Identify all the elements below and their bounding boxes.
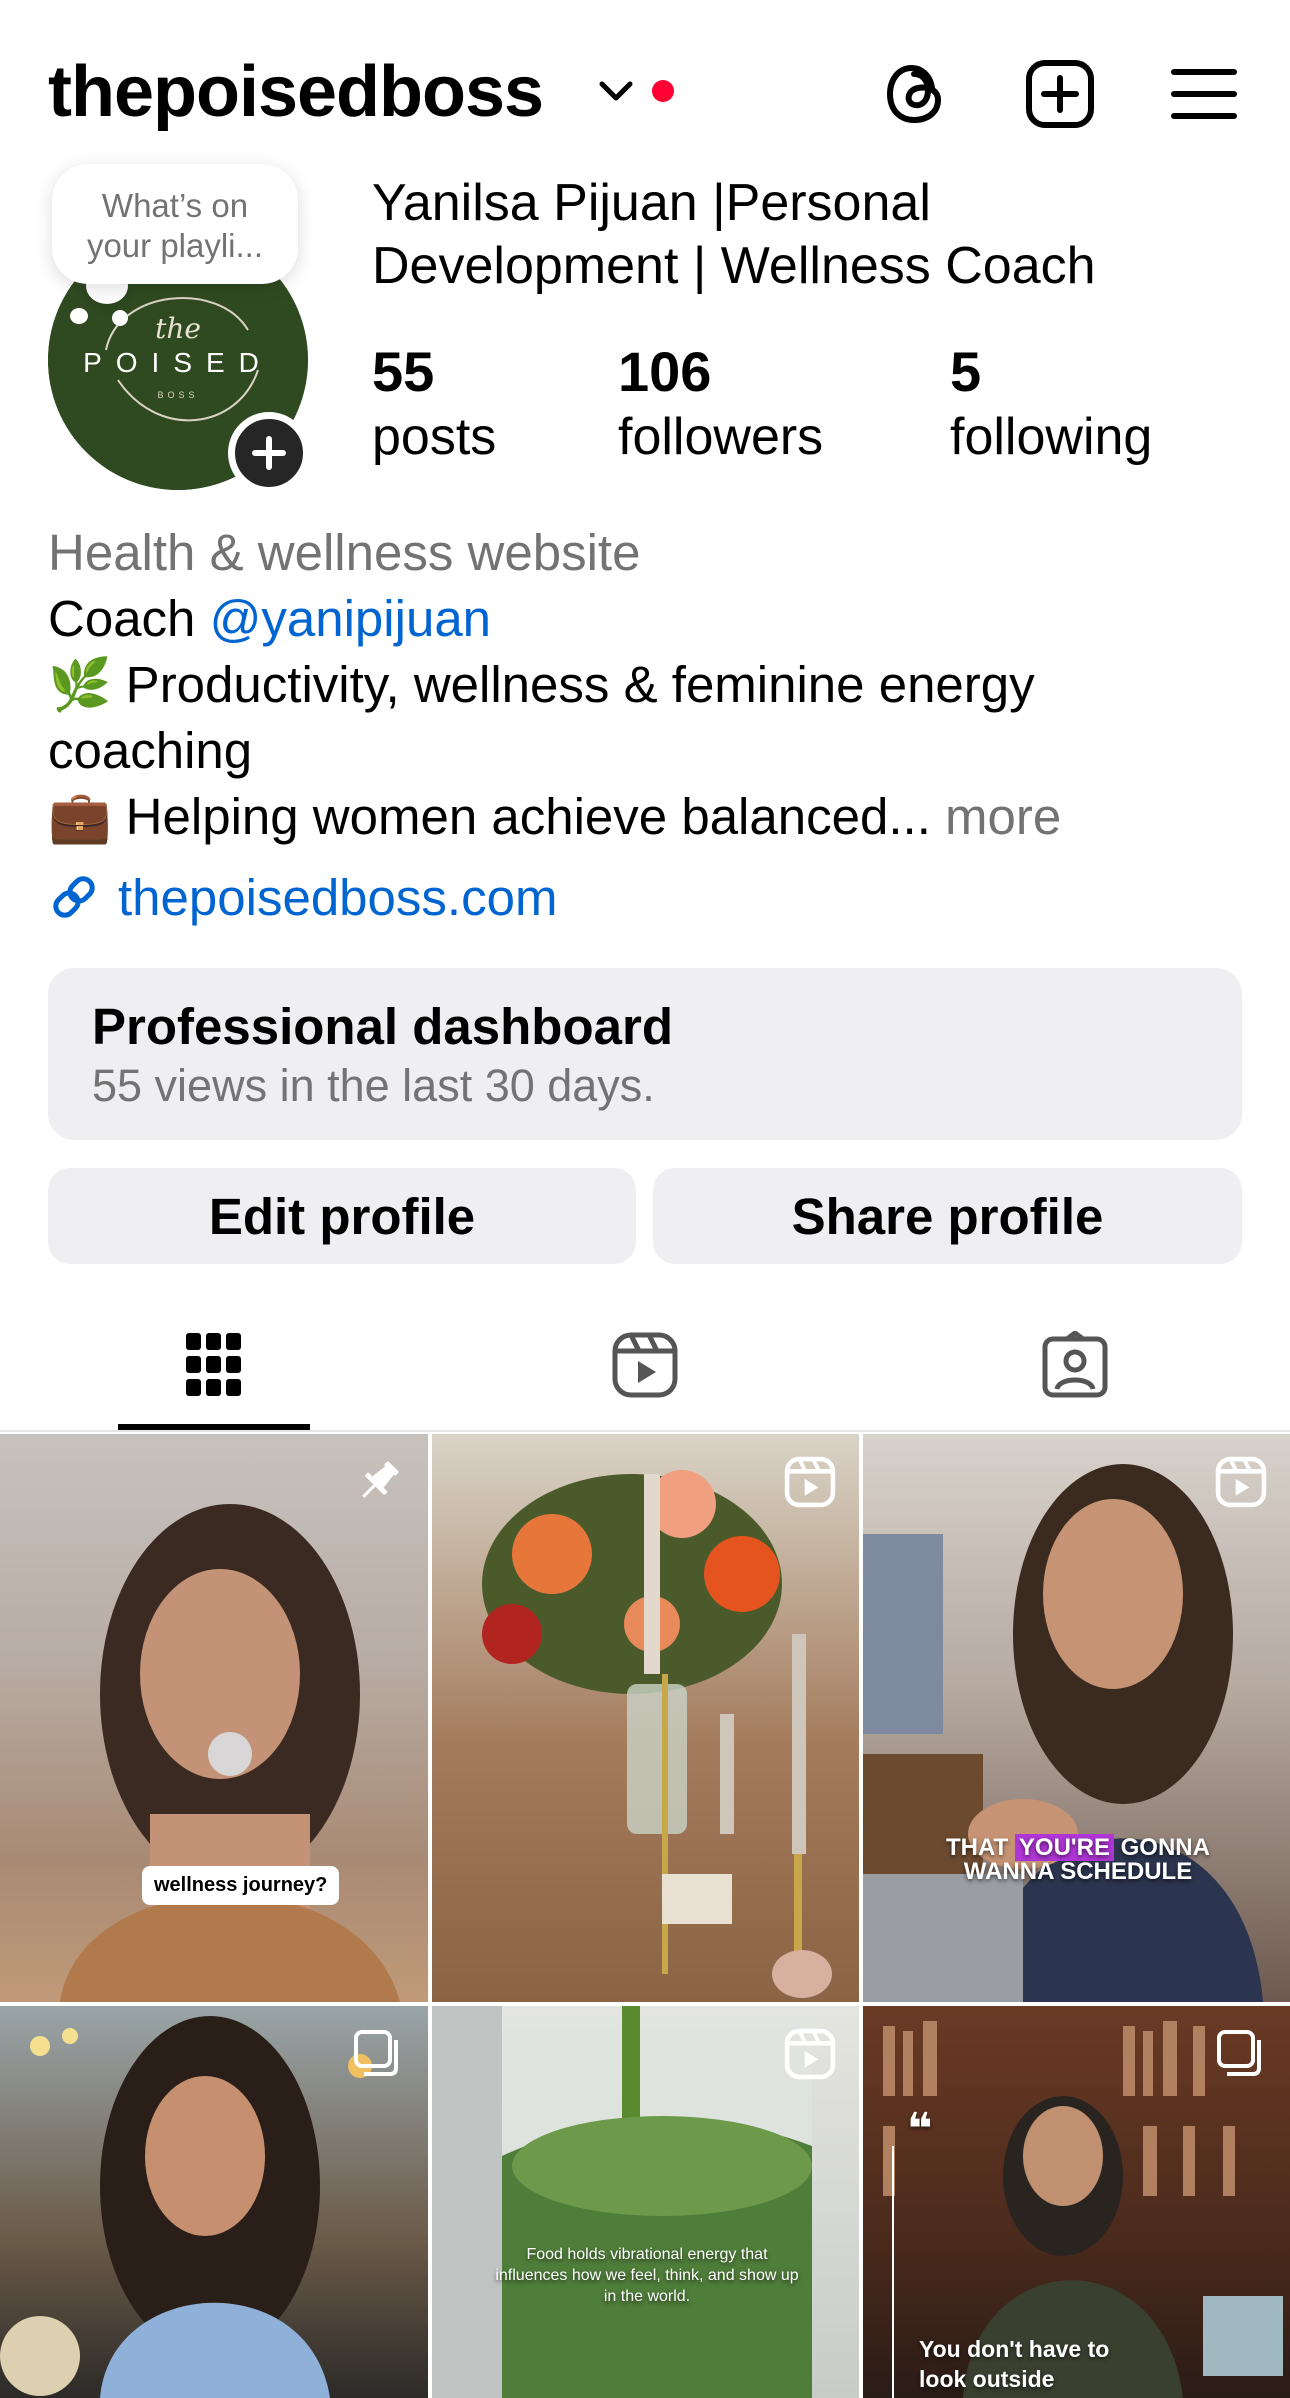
svg-text:the: the (155, 312, 201, 345)
threads-icon[interactable] (880, 58, 952, 130)
bio-line-3: 🌿 Productivity, wellness & feminine ener… (48, 652, 1248, 718)
post-3-caption-highlight: YOU'RE (1014, 1834, 1114, 1861)
reel-icon (784, 1456, 836, 1508)
tab-posts-grid[interactable] (118, 1300, 310, 1430)
herb-emoji: 🌿 (48, 656, 112, 713)
professional-dashboard[interactable]: Professional dashboard 55 views in the l… (48, 968, 1242, 1140)
post-5-caption-line-2: influences how we feel, think, and show … (495, 2267, 799, 2284)
menu-icon[interactable] (1168, 58, 1240, 130)
coach-prefix: Coach (48, 590, 210, 647)
briefcase-emoji: 💼 (48, 788, 112, 845)
note-bubble[interactable]: What’s on your playli... (52, 164, 298, 284)
bio-line-5-text: Helping women achieve balanced (111, 788, 889, 845)
carousel-icon (1217, 2030, 1261, 2076)
top-bar: thepoisedboss (0, 0, 1290, 180)
svg-text:BOSS: BOSS (157, 390, 198, 400)
following-label: following (950, 408, 1153, 466)
more-link[interactable]: more (931, 788, 1061, 845)
post-3-caption-line-2: WANNA SCHEDULE (963, 1858, 1193, 1885)
post-tile-2[interactable] (432, 1434, 859, 2002)
post-6-caption-line-2: look outside (919, 2366, 1055, 2392)
post-tile-4[interactable] (0, 2006, 428, 2398)
post-tile-3[interactable]: THAT YOU'RE GONNA WANNA SCHEDULE (863, 1434, 1290, 2002)
carousel-icon (354, 2030, 398, 2076)
tagged-icon (1042, 1331, 1108, 1398)
bio-line-5: 💼 Helping women achieve balanced... more (48, 784, 1248, 850)
website-link[interactable]: thepoisedboss.com (48, 864, 557, 930)
post-5-caption-line-3: in the world. (603, 2288, 691, 2305)
post-6-caption: You don't have to look outside (883, 2334, 1183, 2394)
tab-reels[interactable] (545, 1300, 745, 1430)
following-count: 5 (950, 340, 982, 403)
chevron-down-icon[interactable] (598, 78, 634, 106)
stat-followers[interactable]: 106 followers (618, 340, 823, 470)
post-1-caption: wellness journey? (142, 1866, 340, 1905)
account-username[interactable]: thepoisedboss (48, 48, 544, 136)
dashboard-title: Professional dashboard (92, 998, 673, 1055)
pin-icon (362, 1461, 399, 1498)
post-tile-5[interactable]: Food holds vibrational energy that influ… (432, 2006, 859, 2398)
post-3-caption-word-1: THAT (946, 1834, 1009, 1861)
bio-coach-line: Coach @yanipijuan (48, 586, 1248, 652)
notification-dot (652, 80, 674, 102)
plus-icon (252, 436, 286, 470)
full-name-line-1: Yanilsa Pijuan |Personal (372, 174, 931, 232)
post-tile-6[interactable]: ❝ You don't have to look outside (863, 2006, 1290, 2398)
profile-category: Health & wellness website (48, 524, 641, 581)
post-5-caption-line-1: Food holds vibrational energy that (526, 2246, 768, 2263)
note-line-1: What’s on (101, 187, 249, 224)
post-3-caption-word-3: GONNA (1120, 1834, 1210, 1861)
tab-divider (0, 1430, 1290, 1432)
followers-label: followers (618, 408, 824, 466)
dashboard-subtitle: 55 views in the last 30 days. (92, 1060, 655, 1111)
followers-count: 106 (618, 340, 712, 403)
website-link-text: thepoisedboss.com (118, 868, 558, 926)
profile-bio: Health & wellness website Coach @yanipij… (48, 520, 1248, 850)
reel-icon (784, 2028, 836, 2080)
edit-profile-button[interactable]: Edit profile (48, 1168, 636, 1264)
svg-text:POISED: POISED (83, 347, 273, 378)
reel-icon (1215, 1456, 1267, 1508)
bio-ellipsis: ... (888, 788, 931, 845)
stat-posts[interactable]: 55 posts (372, 340, 496, 470)
tab-tagged[interactable] (975, 1300, 1175, 1430)
reels-icon (612, 1332, 678, 1398)
note-line-2: your playli... (86, 227, 264, 264)
mention-link[interactable]: @yanipijuan (210, 590, 491, 647)
grid-icon (186, 1333, 241, 1396)
post-1-image (60, 1504, 400, 2002)
post-3-caption: THAT YOU'RE GONNA WANNA SCHEDULE (883, 1834, 1273, 1885)
post-6-caption-line-1: You don't have to (919, 2336, 1110, 2362)
post-tile-1[interactable]: wellness journey? (0, 1434, 428, 2002)
post-5-caption: Food holds vibrational energy that influ… (452, 2244, 842, 2307)
bio-line-3-text: Productivity, wellness & feminine energy (111, 656, 1035, 713)
posts-label: posts (372, 408, 497, 466)
link-icon (53, 876, 95, 918)
post-2-image (482, 1470, 832, 1998)
stat-following[interactable]: 5 following (950, 340, 1152, 470)
full-name-line-2: Development | Wellness Coach (372, 237, 1096, 295)
quote-icon: ❝ (907, 2105, 933, 2154)
posts-count: 55 (372, 340, 435, 403)
bio-line-4: coaching (48, 722, 253, 779)
share-profile-button[interactable]: Share profile (653, 1168, 1242, 1264)
new-post-icon[interactable] (1024, 58, 1096, 130)
add-story-button[interactable] (228, 412, 310, 494)
profile-full-name: Yanilsa Pijuan |Personal Development | W… (372, 172, 1252, 298)
note-bubble-tail-dot (70, 308, 88, 324)
post-3-image (863, 1464, 1263, 2002)
